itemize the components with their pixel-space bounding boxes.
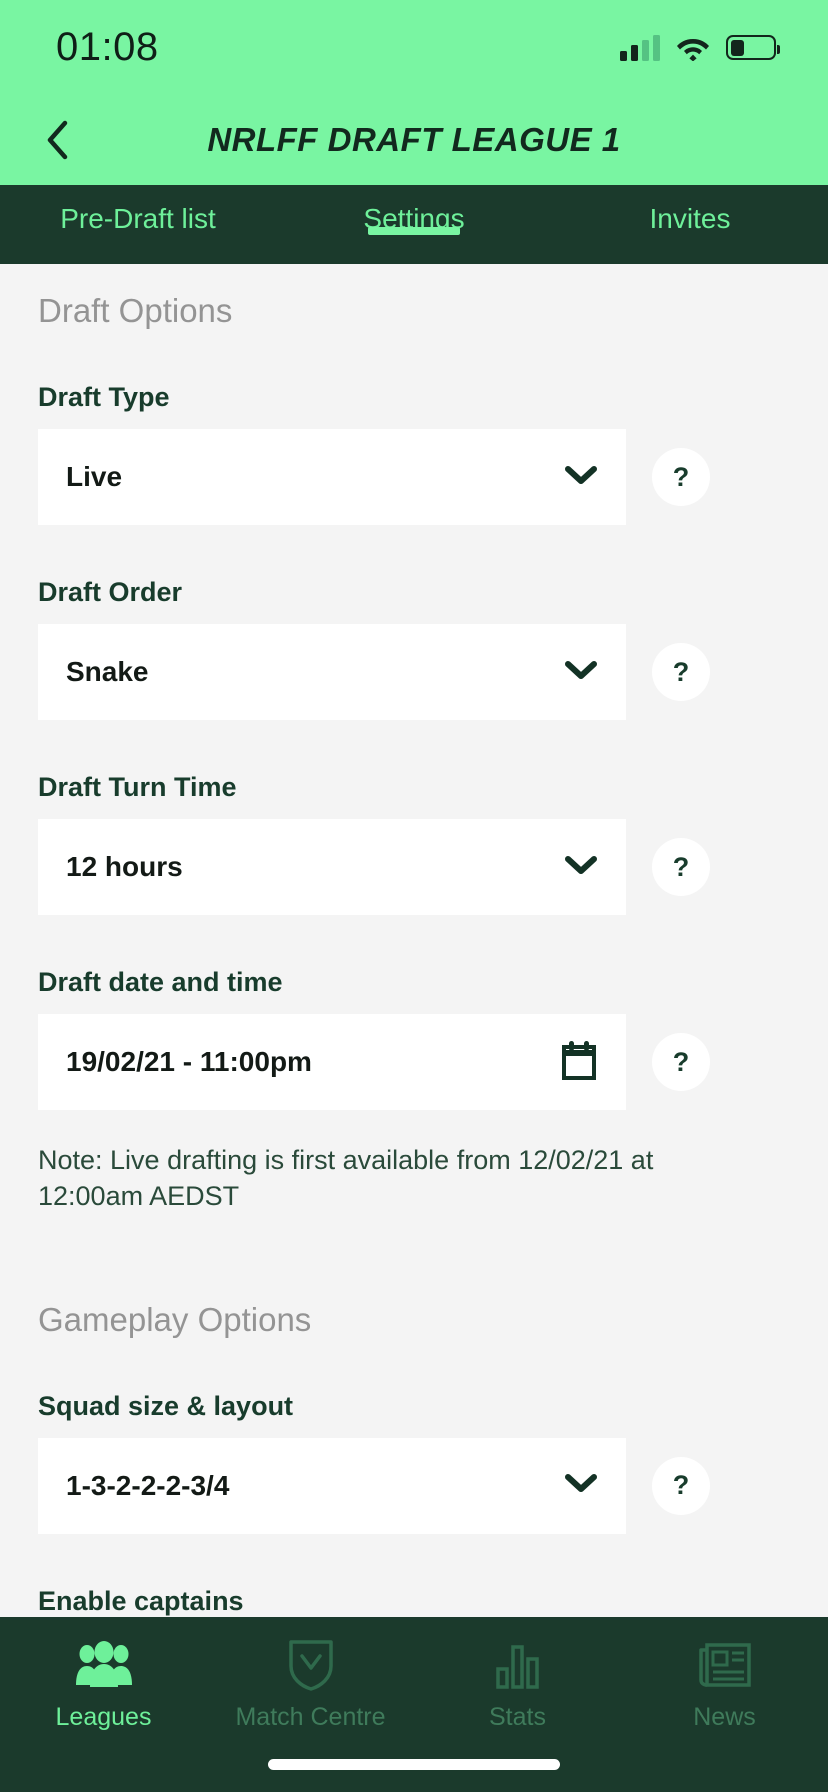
field-label-draft-order: Draft Order [38, 577, 183, 607]
chevron-down-icon [564, 659, 598, 686]
tab-settings[interactable]: Settings [276, 185, 552, 235]
nav-item-label: News [693, 1703, 756, 1731]
chevron-down-icon [564, 1472, 598, 1499]
field-row-draft-order: Snake ? [0, 608, 828, 720]
tab-label: Invites [649, 203, 731, 234]
app-screen: 01:08 NRLFF DRAFT LEAGUE 1 Pre-Draft lis… [0, 0, 828, 1792]
tab-bar: Pre-Draft list Settings Invites [0, 185, 828, 264]
home-indicator[interactable] [268, 1759, 560, 1770]
tab-pre-draft-list[interactable]: Pre-Draft list [0, 185, 276, 235]
help-button-draft-turn-time[interactable]: ? [652, 838, 710, 896]
back-button[interactable] [30, 113, 84, 167]
field-label-draft-type: Draft Type [38, 382, 170, 412]
draft-order-dropdown[interactable]: Snake [38, 624, 626, 720]
chevron-down-icon [564, 464, 598, 491]
help-button-draft-order[interactable]: ? [652, 643, 710, 701]
nav-item-leagues[interactable]: Leagues [0, 1639, 207, 1732]
field-label-draft-date-time: Draft date and time [38, 967, 283, 997]
draft-date-time-picker[interactable]: 19/02/21 - 11:00pm [38, 1014, 626, 1110]
newspaper-icon [697, 1639, 753, 1691]
field-row-draft-turn-time: 12 hours ? [0, 803, 828, 915]
nav-item-label: Leagues [55, 1703, 152, 1731]
nav-item-match-centre[interactable]: Match Centre [207, 1639, 414, 1732]
tab-label: Pre-Draft list [60, 203, 216, 234]
help-button-draft-date-time[interactable]: ? [652, 1033, 710, 1091]
tab-invites[interactable]: Invites [552, 185, 828, 235]
nav-item-news[interactable]: News [621, 1639, 828, 1732]
draft-type-dropdown[interactable]: Live [38, 429, 626, 525]
nav-item-label: Stats [489, 1703, 546, 1731]
battery-icon [726, 35, 780, 60]
bar-chart-icon [493, 1639, 543, 1691]
shield-icon [287, 1639, 335, 1691]
status-bar-clock: 01:08 [56, 25, 159, 69]
draft-turn-time-value: 12 hours [66, 851, 183, 882]
chevron-left-icon [44, 118, 70, 162]
help-button-squad-size-layout[interactable]: ? [652, 1456, 710, 1515]
draft-order-value: Snake [66, 656, 149, 687]
nav-item-stats[interactable]: Stats [414, 1639, 621, 1732]
page-title: NRLFF DRAFT LEAGUE 1 [207, 121, 621, 158]
status-bar: 01:08 [0, 0, 828, 95]
nav-item-label: Match Centre [235, 1703, 386, 1731]
field-label-squad-size-layout: Squad size & layout [38, 1390, 294, 1421]
help-button-draft-type[interactable]: ? [652, 448, 710, 506]
people-group-icon [74, 1639, 134, 1691]
draft-options-note: Note: Live drafting is first available f… [38, 1145, 654, 1212]
tab-active-indicator [368, 227, 460, 235]
draft-turn-time-dropdown[interactable]: 12 hours [38, 819, 626, 915]
cellular-signal-icon [620, 34, 660, 61]
squad-size-layout-dropdown[interactable]: 1-3-2-2-2-3/4 [38, 1437, 626, 1534]
section-title-draft-options: Draft Options [38, 292, 233, 329]
field-label-enable-captains: Enable captains [38, 1585, 244, 1616]
field-row-squad-size-layout: 1-3-2-2-2-3/4 ? [0, 1422, 828, 1534]
settings-scroll-area[interactable]: Draft Options Draft Type Live ? Draft Or… [0, 264, 828, 1617]
chevron-down-icon [564, 854, 598, 881]
field-row-draft-type: Live ? [0, 413, 828, 525]
draft-date-time-value: 19/02/21 - 11:00pm [66, 1046, 312, 1077]
bottom-navigation: Leagues Match Centre Stats News [0, 1617, 828, 1792]
squad-size-layout-value: 1-3-2-2-2-3/4 [66, 1469, 230, 1501]
status-bar-icons [620, 34, 780, 61]
calendar-icon [560, 1039, 598, 1086]
field-label-draft-turn-time: Draft Turn Time [38, 772, 237, 802]
wifi-icon [676, 35, 710, 61]
field-row-draft-date-time: 19/02/21 - 11:00pm ? [0, 998, 828, 1110]
app-header: NRLFF DRAFT LEAGUE 1 [0, 95, 828, 185]
section-title-gameplay-options: Gameplay Options [38, 1300, 312, 1338]
draft-type-value: Live [66, 461, 123, 492]
